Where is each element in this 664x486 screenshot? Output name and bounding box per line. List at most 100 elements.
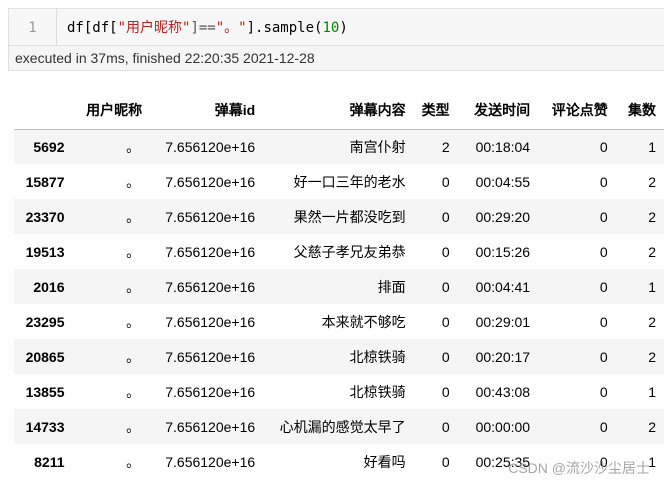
cell-episode: 2 bbox=[648, 173, 656, 190]
column-header-likes: 评论点赞 bbox=[551, 101, 608, 118]
index-header bbox=[14, 91, 73, 129]
code-token: ]== bbox=[190, 20, 216, 36]
cell-nickname: 。 bbox=[126, 348, 141, 365]
column-header-send-time: 发送时间 bbox=[474, 101, 531, 118]
table-row: 2016 。 7.656120e+16 排面 0 00:04:41 0 1 bbox=[14, 269, 664, 304]
cell-danmaku-id: 7.656120e+16 bbox=[165, 453, 256, 470]
cell-content: 排面 bbox=[377, 278, 406, 295]
cell-content: 好看吗 bbox=[363, 453, 406, 470]
table-row: 23370 。 7.656120e+16 果然一片都没吃到 0 00:29:20… bbox=[14, 199, 664, 234]
cell-content: 北椋铁骑 bbox=[349, 383, 406, 400]
code-cell-input[interactable]: 1 df[df["用户昵称"]=="。"].sample(10) bbox=[8, 8, 664, 46]
column-header-nickname: 用户昵称 bbox=[86, 101, 143, 118]
cell-content: 心机漏的感觉太早了 bbox=[279, 418, 406, 435]
cell-likes: 0 bbox=[599, 208, 608, 225]
cell-likes: 0 bbox=[599, 243, 608, 260]
table-header-row: 用户昵称 弹幕id 弹幕内容 类型 发送时间 评论点赞 集数 bbox=[14, 91, 664, 129]
cell-episode: 2 bbox=[648, 243, 656, 260]
cell-danmaku-id: 7.656120e+16 bbox=[165, 138, 256, 155]
table-row: 15877 。 7.656120e+16 好一口三年的老水 0 00:04:55… bbox=[14, 164, 664, 199]
cell-episode: 2 bbox=[648, 348, 656, 365]
cell-type: 0 bbox=[441, 313, 450, 330]
code-string: "用户昵称" bbox=[117, 20, 191, 36]
cell-send-time: 00:29:01 bbox=[475, 313, 531, 330]
cell-send-time: 00:00:00 bbox=[475, 418, 531, 435]
cell-danmaku-id: 7.656120e+16 bbox=[165, 208, 256, 225]
cell-send-time: 00:04:41 bbox=[475, 278, 531, 295]
cell-send-time: 00:29:20 bbox=[475, 208, 531, 225]
cell-episode: 1 bbox=[648, 278, 656, 295]
cell-content: 好一口三年的老水 bbox=[293, 173, 406, 190]
cell-danmaku-id: 7.656120e+16 bbox=[165, 173, 256, 190]
cell-type: 0 bbox=[441, 208, 450, 225]
table-row: 20865 。 7.656120e+16 北椋铁骑 0 00:20:17 0 2 bbox=[14, 339, 664, 374]
cell-episode: 1 bbox=[648, 138, 656, 155]
cell-episode: 2 bbox=[648, 313, 656, 330]
row-index: 13855 bbox=[25, 383, 65, 400]
line-number: 1 bbox=[9, 9, 57, 45]
cell-nickname: 。 bbox=[126, 313, 141, 330]
cell-type: 0 bbox=[441, 383, 450, 400]
cell-type: 0 bbox=[441, 243, 450, 260]
cell-likes: 0 bbox=[599, 313, 608, 330]
cell-content: 父慈子孝兄友弟恭 bbox=[293, 243, 406, 260]
cell-nickname: 。 bbox=[126, 208, 141, 225]
row-index: 23370 bbox=[25, 208, 65, 225]
execution-info: executed in 37ms, finished 22:20:35 2021… bbox=[8, 46, 664, 71]
cell-danmaku-id: 7.656120e+16 bbox=[165, 383, 256, 400]
row-index: 23295 bbox=[25, 313, 65, 330]
cell-nickname: 。 bbox=[126, 453, 141, 470]
cell-nickname: 。 bbox=[126, 418, 141, 435]
row-index: 19513 bbox=[25, 243, 65, 260]
table-row: 13855 。 7.656120e+16 北椋铁骑 0 00:43:08 0 1 bbox=[14, 374, 664, 409]
cell-danmaku-id: 7.656120e+16 bbox=[165, 278, 256, 295]
column-header-episode: 集数 bbox=[628, 101, 656, 118]
cell-danmaku-id: 7.656120e+16 bbox=[165, 313, 256, 330]
cell-likes: 0 bbox=[599, 138, 608, 155]
cell-type: 2 bbox=[441, 138, 450, 155]
code-line[interactable]: df[df["用户昵称"]=="。"].sample(10) bbox=[57, 17, 348, 37]
code-token: ) bbox=[339, 20, 348, 36]
cell-send-time: 00:15:26 bbox=[475, 243, 531, 260]
code-token: ].sample( bbox=[246, 20, 323, 36]
watermark: CSDN @流沙沙尘居士 bbox=[508, 460, 650, 476]
cell-type: 0 bbox=[441, 418, 450, 435]
cell-send-time: 00:43:08 bbox=[475, 383, 531, 400]
cell-nickname: 。 bbox=[126, 173, 141, 190]
cell-likes: 0 bbox=[599, 418, 608, 435]
cell-episode: 2 bbox=[648, 208, 656, 225]
row-index: 2016 bbox=[33, 278, 65, 295]
code-number: 10 bbox=[322, 20, 340, 36]
cell-type: 0 bbox=[441, 173, 450, 190]
cell-type: 0 bbox=[441, 348, 450, 365]
table-row: 19513 。 7.656120e+16 父慈子孝兄友弟恭 0 00:15:26… bbox=[14, 234, 664, 269]
cell-nickname: 。 bbox=[126, 243, 141, 260]
cell-episode: 2 bbox=[648, 418, 656, 435]
cell-content: 本来就不够吃 bbox=[321, 313, 406, 330]
cell-send-time: 00:18:04 bbox=[475, 138, 531, 155]
cell-nickname: 。 bbox=[126, 278, 141, 295]
cell-likes: 0 bbox=[599, 278, 608, 295]
column-header-danmaku-id: 弹幕id bbox=[214, 101, 256, 118]
row-index: 8211 bbox=[34, 453, 65, 470]
cell-send-time: 00:20:17 bbox=[475, 348, 531, 365]
cell-nickname: 。 bbox=[126, 138, 141, 155]
cell-likes: 0 bbox=[599, 348, 608, 365]
cell-type: 0 bbox=[441, 453, 450, 470]
cell-episode: 1 bbox=[648, 383, 656, 400]
table-row: 14733 。 7.656120e+16 心机漏的感觉太早了 0 00:00:0… bbox=[14, 409, 664, 444]
row-index: 15877 bbox=[25, 173, 65, 190]
cell-send-time: 00:04:55 bbox=[475, 173, 531, 190]
cell-content: 北椋铁骑 bbox=[349, 348, 406, 365]
code-token: df[df[ bbox=[67, 20, 118, 36]
cell-danmaku-id: 7.656120e+16 bbox=[165, 418, 256, 435]
row-index: 14733 bbox=[25, 418, 65, 435]
dataframe-table: 用户昵称 弹幕id 弹幕内容 类型 发送时间 评论点赞 集数 5692 。 7.… bbox=[14, 91, 664, 479]
cell-likes: 0 bbox=[599, 173, 608, 190]
cell-likes: 0 bbox=[599, 383, 608, 400]
cell-danmaku-id: 7.656120e+16 bbox=[165, 243, 256, 260]
row-index: 5692 bbox=[33, 138, 65, 155]
code-string: "。" bbox=[215, 20, 247, 36]
column-header-type: 类型 bbox=[421, 101, 450, 118]
cell-content: 南宫仆射 bbox=[349, 138, 406, 155]
